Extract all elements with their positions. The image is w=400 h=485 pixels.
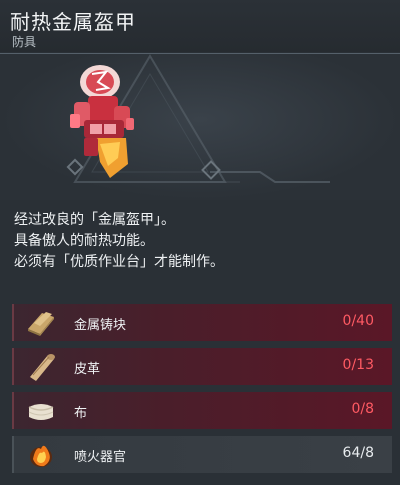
material-count: 0/8: [351, 401, 374, 417]
material-row-leather: 皮革 0/13: [12, 348, 392, 385]
material-count: 0/40: [342, 313, 374, 329]
cloth-icon: [28, 404, 54, 420]
material-row-cloth: 布 0/8: [12, 392, 392, 429]
material-name: 金属铸块: [74, 318, 127, 333]
item-title: 耐热金属盔甲: [10, 10, 136, 34]
item-preview: [0, 54, 400, 200]
material-name: 布: [74, 406, 88, 421]
description-line: 具备傲人的耐热功能。: [14, 233, 154, 249]
material-name: 喷火器官: [74, 450, 127, 465]
item-header: 耐热金属盔甲 防具: [0, 0, 400, 52]
flame-organ-icon: [30, 445, 52, 467]
description-line: 经过改良的「金属盔甲」。: [14, 212, 175, 228]
leather-icon: [30, 354, 55, 381]
item-category: 防具: [12, 35, 37, 49]
material-count: 64/8: [342, 445, 374, 461]
item-description: 经过改良的「金属盔甲」。 具备傲人的耐热功能。 必须有「优质作业台」才能制作。: [14, 210, 390, 273]
description-line: 必须有「优质作业台」才能制作。: [14, 254, 224, 270]
materials-list: 金属铸块 0/40 皮革 0/13 布 0/8 喷火器官 64/8: [12, 304, 392, 480]
metal-ingot-icon: [28, 312, 54, 336]
material-name: 皮革: [74, 362, 101, 377]
material-row-metal-ingot: 金属铸块 0/40: [12, 304, 392, 341]
armor-preview-image: [66, 54, 330, 183]
material-row-flame-organ: 喷火器官 64/8: [12, 436, 392, 473]
material-count: 0/13: [342, 357, 374, 373]
